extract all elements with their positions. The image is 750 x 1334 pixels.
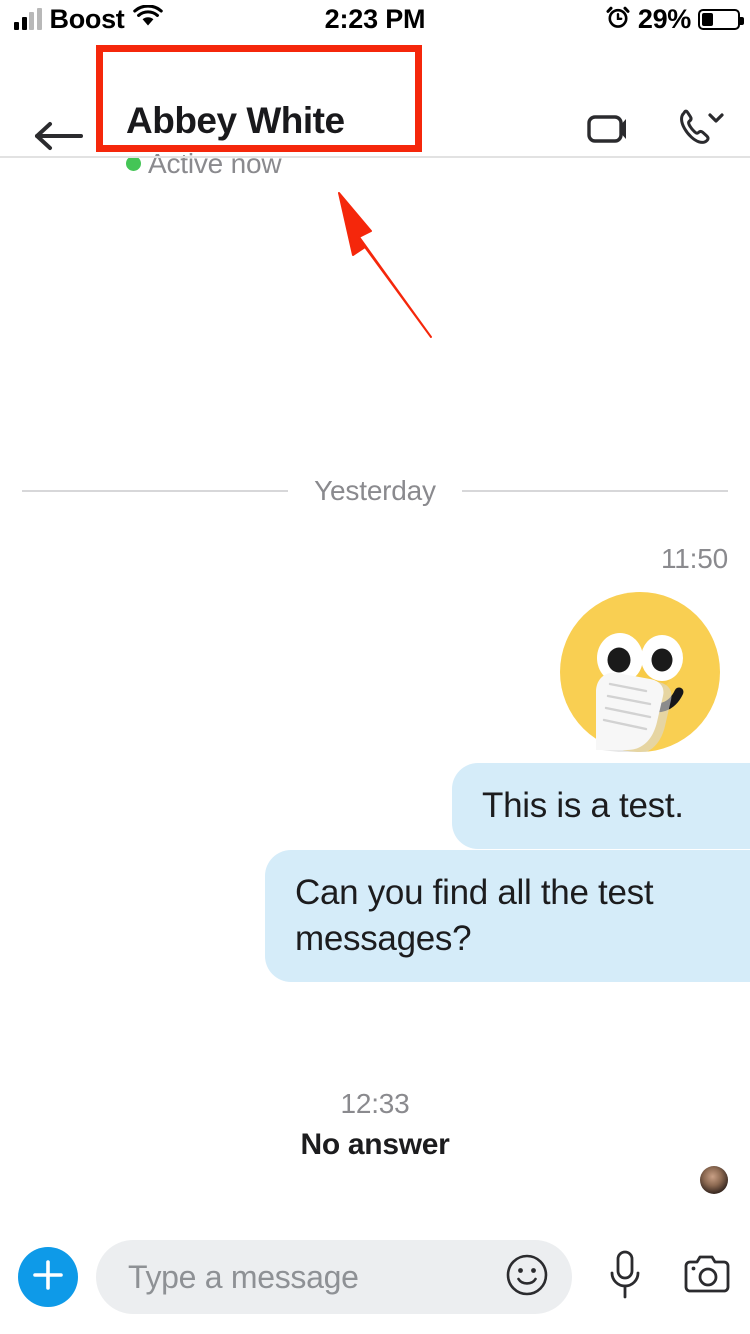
call-log-entry[interactable]: 12:33 No answer [0, 1088, 750, 1162]
smiley-face-icon [504, 1252, 550, 1303]
back-button[interactable] [28, 114, 88, 162]
add-attachment-button[interactable] [18, 1247, 78, 1307]
voice-record-button[interactable] [596, 1248, 654, 1306]
chat-header: Abbey White Active now [0, 42, 750, 179]
battery-icon [698, 9, 744, 30]
message-composer: Type a message [0, 1220, 750, 1334]
header-actions [582, 104, 732, 158]
microphone-icon [605, 1249, 645, 1306]
message-input-placeholder: Type a message [128, 1258, 359, 1295]
back-arrow-icon [31, 118, 85, 159]
message-bubble-outgoing[interactable]: This is a test. [452, 763, 750, 850]
camera-button[interactable] [678, 1248, 736, 1306]
face-with-hand-over-mouth-emoji[interactable] [558, 592, 723, 754]
chat-screen: Boost 2:23 PM 29% Abbey White Active now… [0, 0, 750, 1334]
divider-line-left [22, 490, 289, 492]
alarm-clock-icon [605, 4, 631, 35]
read-receipt-avatar[interactable] [700, 1166, 728, 1194]
phone-chevron-icon [674, 105, 730, 158]
day-divider: Yesterday [0, 474, 750, 508]
status-bar: Boost 2:23 PM 29% [0, 0, 750, 42]
battery-percent-label: 29% [637, 4, 691, 34]
contact-name: Abbey White [126, 100, 345, 142]
status-bar-right: 29% [605, 4, 744, 35]
video-camera-icon [586, 110, 638, 153]
camera-icon [682, 1253, 732, 1302]
call-status-label: No answer [300, 1128, 450, 1161]
message-timestamp: 11:50 [661, 543, 728, 574]
day-divider-label: Yesterday [314, 475, 436, 506]
call-timestamp: 12:33 [340, 1088, 410, 1119]
video-call-button[interactable] [582, 104, 642, 158]
voice-call-button[interactable] [672, 104, 732, 158]
message-bubble-outgoing[interactable]: Can you find all the test messages? [265, 850, 750, 983]
message-input-field[interactable]: Type a message [96, 1240, 572, 1314]
plus-icon [31, 1258, 65, 1297]
message-thread[interactable]: Yesterday 11:50 This is a test. Can you … [0, 158, 750, 1220]
emoji-picker-button[interactable] [504, 1254, 550, 1300]
divider-line-right [461, 490, 729, 492]
